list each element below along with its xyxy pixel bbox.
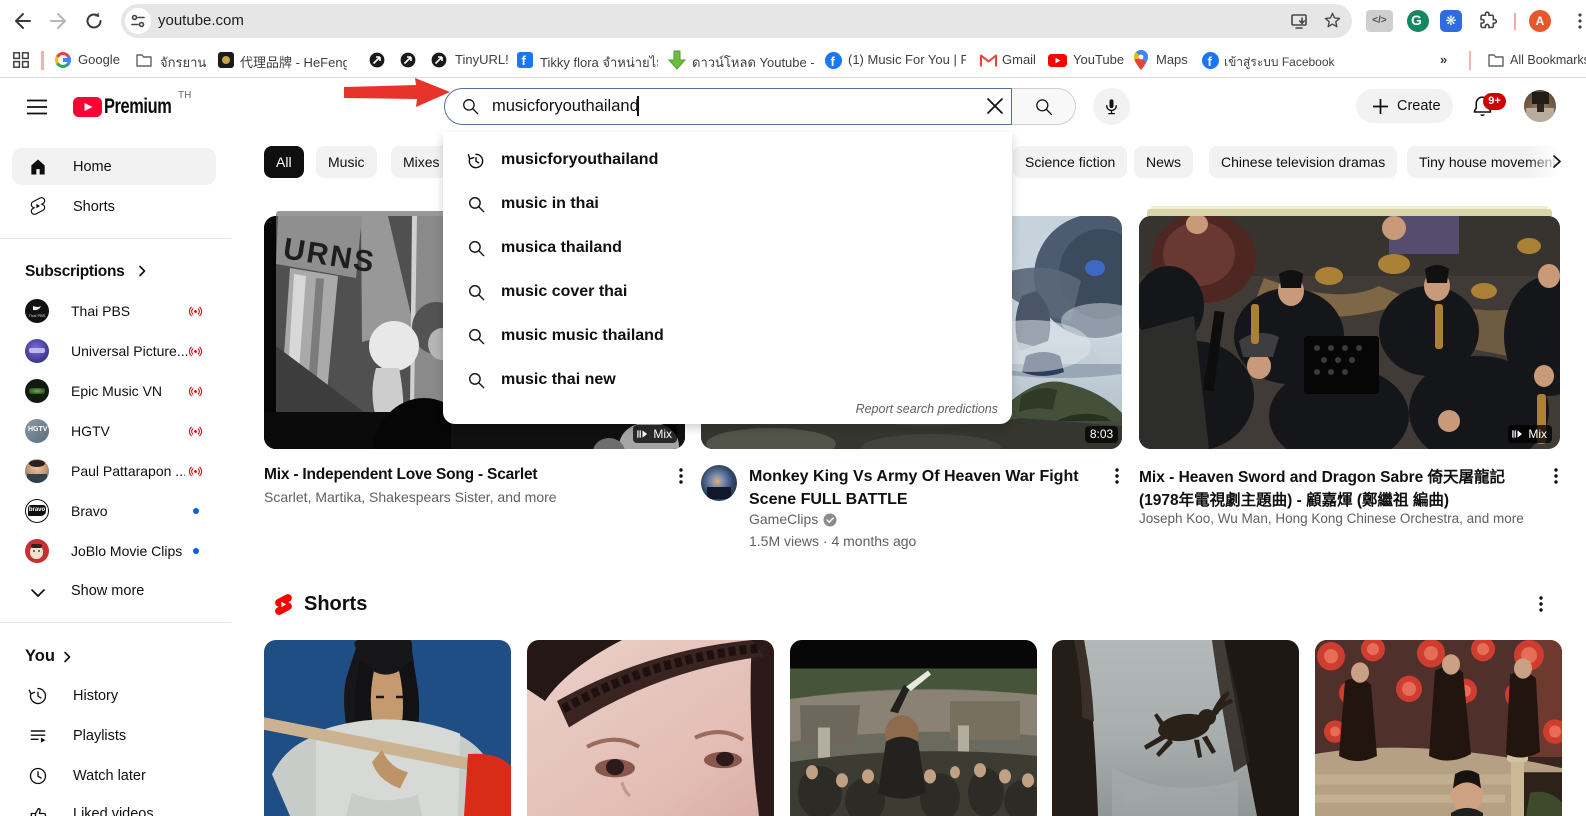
svg-text:Thai PBS: Thai PBS — [29, 313, 46, 318]
